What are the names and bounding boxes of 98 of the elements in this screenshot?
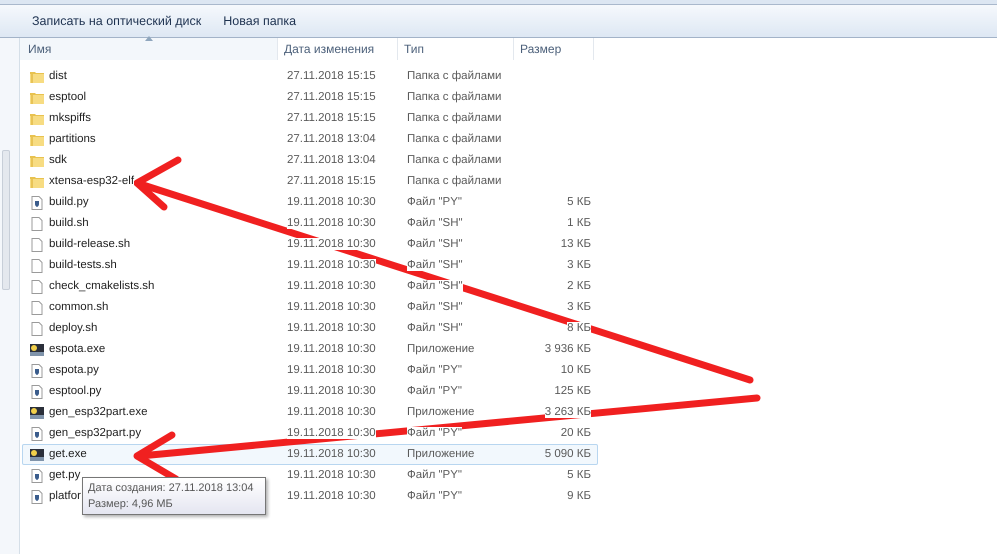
table-cell: 27.11.2018 13:04	[287, 154, 376, 166]
table-cell: Файл "SH"	[407, 216, 463, 229]
table-cell: 19.11.2018 10:30	[287, 258, 376, 271]
table-cell: 1 КБ	[567, 216, 591, 229]
table-cell: 19.11.2018 10:30	[287, 448, 376, 460]
python-file-icon	[29, 468, 45, 484]
file-icon	[29, 236, 45, 252]
table-cell: 19.11.2018 10:30	[287, 322, 376, 334]
table-cell: 19.11.2018 10:30	[287, 426, 376, 439]
table-cell: 19.11.2018 10:30	[287, 300, 376, 313]
python-file-icon	[29, 362, 45, 378]
application-icon	[29, 404, 45, 420]
table-cell: 19.11.2018 10:30	[287, 384, 376, 397]
table-cell: Папка с файлами	[407, 154, 502, 166]
file-name[interactable]: gen_esp32part.exe	[49, 406, 148, 419]
file-name[interactable]: xtensa-esp32-elf	[49, 175, 134, 188]
table-cell: Файл "PY"	[407, 196, 462, 208]
column-header[interactable]: Имя	[20, 38, 278, 60]
table-cell: 19.11.2018 10:30	[287, 364, 376, 376]
table-cell: 19.11.2018 10:30	[287, 238, 376, 250]
table-cell: 5 КБ	[567, 196, 591, 208]
python-file-icon	[29, 194, 45, 210]
table-cell: 3 КБ	[567, 258, 591, 271]
table-cell: Файл "PY"	[407, 490, 462, 502]
sort-ascending-icon	[144, 36, 152, 41]
table-cell: Приложение	[407, 448, 474, 460]
table-cell: 19.11.2018 10:30	[287, 280, 376, 292]
file-name[interactable]: build.py	[49, 196, 89, 209]
table-cell: Файл "SH"	[407, 322, 463, 334]
file-name[interactable]: platfor	[49, 490, 81, 503]
scrollbar-thumb[interactable]	[2, 150, 10, 290]
table-cell: Файл "SH"	[407, 238, 463, 250]
table-cell: 19.11.2018 10:30	[287, 468, 376, 481]
table-cell: 19.11.2018 10:30	[287, 196, 376, 208]
toolbar-button[interactable]: Новая папка	[213, 9, 306, 33]
toolbar-button[interactable]: Записать на оптический диск	[22, 9, 212, 33]
table-cell: 3 936 КБ	[544, 342, 591, 355]
column-header[interactable]: Тип	[398, 38, 514, 60]
file-icon	[29, 278, 45, 294]
table-cell: Приложение	[407, 342, 474, 355]
python-file-icon	[29, 384, 45, 400]
file-name[interactable]: esptool	[49, 91, 86, 104]
table-cell: Файл "PY"	[407, 426, 462, 439]
file-name[interactable]: espota.exe	[49, 343, 106, 356]
file-name[interactable]: mkspiffs	[49, 112, 91, 125]
column-header[interactable]: Размер	[514, 38, 594, 60]
file-name[interactable]: deploy.sh	[49, 322, 98, 335]
file-name[interactable]: gen_esp32part.py	[49, 427, 142, 440]
file-name[interactable]: partitions	[49, 133, 96, 146]
table-cell: 19.11.2018 10:30	[287, 342, 376, 355]
file-name[interactable]: get.exe	[49, 448, 87, 461]
table-cell: 20 КБ	[560, 426, 591, 439]
table-cell: 3 КБ	[567, 300, 591, 313]
tooltip-text: Размер: 4,96 МБ	[88, 497, 174, 512]
table-cell: Файл "SH"	[407, 300, 463, 313]
table-cell: Папка с файлами	[407, 174, 502, 187]
table-cell: 27.11.2018 15:15	[287, 70, 376, 82]
python-file-icon	[29, 488, 45, 504]
file-icon	[29, 320, 45, 336]
table-cell: Приложение	[407, 406, 474, 418]
table-cell: 27.11.2018 15:15	[287, 90, 376, 103]
table-cell: Файл "PY"	[407, 384, 462, 397]
application-icon	[29, 446, 45, 462]
table-cell: 19.11.2018 10:30	[287, 406, 376, 418]
table-cell: 3 263 КБ	[544, 406, 591, 418]
table-cell: Папка с файлами	[407, 90, 502, 103]
table-cell: 2 КБ	[567, 280, 591, 292]
table-cell: Файл "PY"	[407, 364, 462, 376]
table-cell: 5 090 КБ	[544, 448, 591, 460]
table-cell: 5 КБ	[567, 468, 591, 481]
table-cell: 19.11.2018 10:30	[287, 490, 376, 502]
table-cell: Файл "SH"	[407, 280, 463, 292]
application-icon	[29, 342, 45, 358]
python-file-icon	[29, 426, 45, 442]
file-icon	[29, 300, 45, 316]
tooltip-text: Дата создания: 27.11.2018 13:04	[88, 481, 254, 496]
table-cell: Папка с файлами	[407, 70, 502, 82]
table-cell: Файл "SH"	[407, 258, 463, 271]
table-cell: 125 КБ	[554, 384, 591, 397]
table-cell: 19.11.2018 10:30	[287, 216, 376, 229]
table-cell: 27.11.2018 15:15	[287, 174, 376, 187]
table-cell: Файл "PY"	[407, 468, 462, 481]
file-icon	[29, 216, 45, 232]
table-cell: 27.11.2018 15:15	[287, 112, 376, 124]
table-cell: Папка с файлами	[407, 112, 502, 124]
selected-row[interactable]: get.exe 19.11.2018 10:30 Приложение 5 090 КБ	[22, 444, 598, 465]
table-cell: 10 КБ	[560, 364, 591, 376]
table-cell: 27.11.2018 13:04	[287, 132, 376, 145]
table-cell: 13 КБ	[560, 238, 591, 250]
file-name[interactable]: espota.py	[49, 364, 99, 377]
table-cell: Папка с файлами	[407, 132, 502, 145]
table-cell: 8 КБ	[567, 322, 591, 334]
table-cell: 9 КБ	[567, 490, 591, 502]
file-name[interactable]: esptool.py	[49, 385, 102, 398]
file-icon	[29, 258, 45, 274]
column-header[interactable]: Дата изменения	[278, 38, 398, 60]
file-name[interactable]: get.py	[49, 469, 80, 482]
file-name[interactable]: check_cmakelists.sh	[49, 280, 154, 293]
